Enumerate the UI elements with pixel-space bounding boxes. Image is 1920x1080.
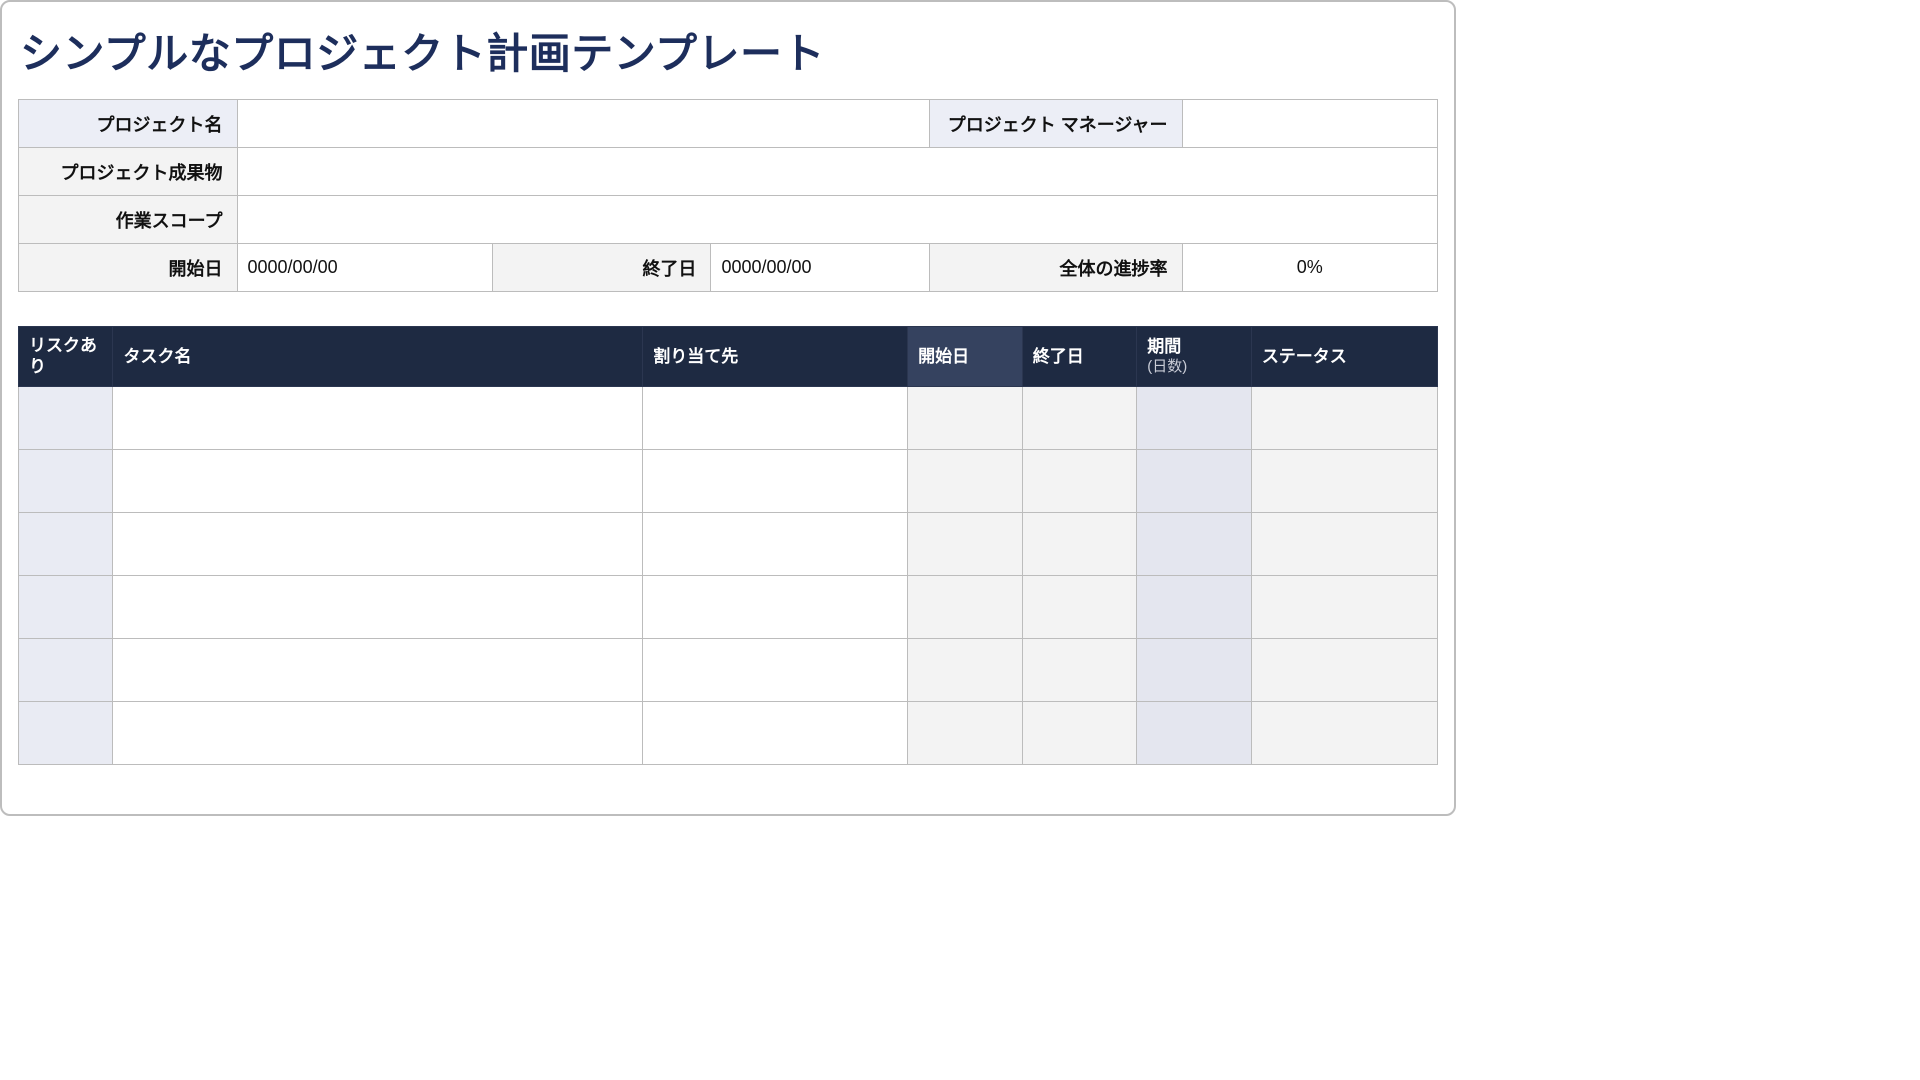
value-scope[interactable] [237, 196, 1437, 244]
cell-end[interactable] [1022, 512, 1137, 575]
col-assigned: 割り当て先 [643, 327, 908, 387]
cell-end[interactable] [1022, 575, 1137, 638]
task-table-head: リスクあり タスク名 割り当て先 開始日 終了日 期間 (日数) ステータス [19, 327, 1438, 387]
col-duration-sub: (日数) [1147, 358, 1241, 377]
col-task-name: タスク名 [113, 327, 643, 387]
value-end-date[interactable]: 0000/00/00 [711, 244, 930, 292]
cell-assigned[interactable] [643, 575, 908, 638]
value-project-manager[interactable] [1182, 100, 1437, 148]
info-row-deliverables: プロジェクト成果物 [19, 148, 1438, 196]
cell-taskname[interactable] [113, 701, 643, 764]
cell-end[interactable] [1022, 449, 1137, 512]
cell-duration[interactable] [1137, 575, 1252, 638]
col-start-date: 開始日 [908, 327, 1023, 387]
label-end-date: 終了日 [492, 244, 711, 292]
cell-status[interactable] [1251, 386, 1437, 449]
col-status: ステータス [1251, 327, 1437, 387]
cell-start[interactable] [908, 512, 1023, 575]
cell-assigned[interactable] [643, 386, 908, 449]
label-overall-progress: 全体の進捗率 [929, 244, 1182, 292]
cell-duration[interactable] [1137, 638, 1252, 701]
page-title: シンプルなプロジェクト計画テンプレート [20, 20, 1436, 81]
project-info-table: プロジェクト名 プロジェクト マネージャー プロジェクト成果物 作業スコープ 開… [18, 99, 1438, 292]
cell-taskname[interactable] [113, 449, 643, 512]
label-start-date: 開始日 [19, 244, 238, 292]
spacer [18, 292, 1438, 326]
table-row [19, 512, 1438, 575]
cell-risk[interactable] [19, 449, 113, 512]
label-deliverables: プロジェクト成果物 [19, 148, 238, 196]
cell-status[interactable] [1251, 638, 1437, 701]
cell-duration[interactable] [1137, 512, 1252, 575]
cell-duration[interactable] [1137, 701, 1252, 764]
cell-end[interactable] [1022, 386, 1137, 449]
cell-taskname[interactable] [113, 575, 643, 638]
cell-risk[interactable] [19, 575, 113, 638]
cell-taskname[interactable] [113, 638, 643, 701]
cell-duration[interactable] [1137, 386, 1252, 449]
cell-start[interactable] [908, 638, 1023, 701]
label-project-name: プロジェクト名 [19, 100, 238, 148]
table-row [19, 386, 1438, 449]
col-end-date: 終了日 [1022, 327, 1137, 387]
table-row [19, 701, 1438, 764]
template-page: シンプルなプロジェクト計画テンプレート プロジェクト名 プロジェクト マネージャ… [0, 0, 1456, 816]
info-row-scope: 作業スコープ [19, 196, 1438, 244]
cell-end[interactable] [1022, 638, 1137, 701]
cell-taskname[interactable] [113, 512, 643, 575]
cell-taskname[interactable] [113, 386, 643, 449]
cell-assigned[interactable] [643, 701, 908, 764]
table-row [19, 575, 1438, 638]
cell-start[interactable] [908, 575, 1023, 638]
task-table: リスクあり タスク名 割り当て先 開始日 終了日 期間 (日数) ステータス [18, 326, 1438, 765]
cell-assigned[interactable] [643, 449, 908, 512]
col-duration-label: 期間 [1147, 337, 1181, 356]
info-row-dates: 開始日 0000/00/00 終了日 0000/00/00 全体の進捗率 0% [19, 244, 1438, 292]
cell-start[interactable] [908, 701, 1023, 764]
cell-start[interactable] [908, 386, 1023, 449]
value-start-date[interactable]: 0000/00/00 [237, 244, 492, 292]
cell-assigned[interactable] [643, 512, 908, 575]
cell-risk[interactable] [19, 512, 113, 575]
cell-status[interactable] [1251, 512, 1437, 575]
cell-duration[interactable] [1137, 449, 1252, 512]
cell-status[interactable] [1251, 575, 1437, 638]
value-deliverables[interactable] [237, 148, 1437, 196]
label-scope: 作業スコープ [19, 196, 238, 244]
cell-assigned[interactable] [643, 638, 908, 701]
table-row [19, 638, 1438, 701]
cell-end[interactable] [1022, 701, 1137, 764]
cell-risk[interactable] [19, 638, 113, 701]
col-duration: 期間 (日数) [1137, 327, 1252, 387]
table-row [19, 449, 1438, 512]
value-overall-progress[interactable]: 0% [1182, 244, 1437, 292]
cell-risk[interactable] [19, 386, 113, 449]
label-project-manager: プロジェクト マネージャー [929, 100, 1182, 148]
value-project-name[interactable] [237, 100, 929, 148]
info-row-project: プロジェクト名 プロジェクト マネージャー [19, 100, 1438, 148]
cell-status[interactable] [1251, 449, 1437, 512]
cell-risk[interactable] [19, 701, 113, 764]
task-table-body [19, 386, 1438, 764]
cell-status[interactable] [1251, 701, 1437, 764]
cell-start[interactable] [908, 449, 1023, 512]
col-risk: リスクあり [19, 327, 113, 387]
